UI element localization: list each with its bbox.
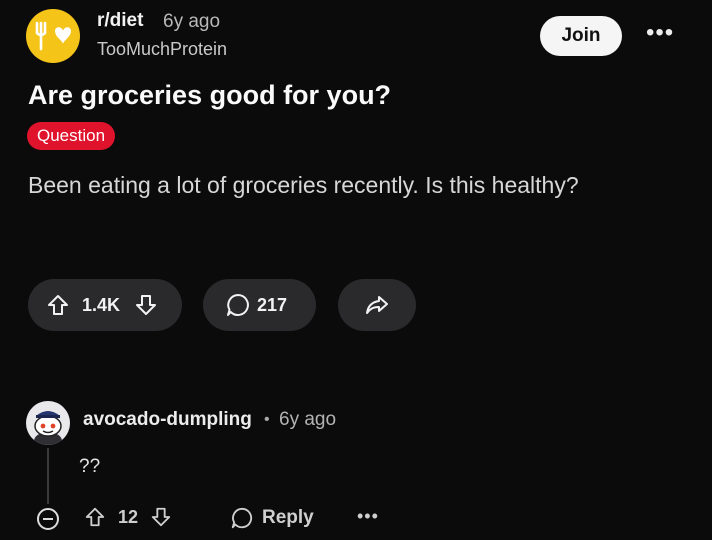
- comment-count: 217: [257, 294, 288, 315]
- comment-separator: •: [264, 411, 270, 428]
- upvote-icon[interactable]: [46, 293, 70, 317]
- thread-line[interactable]: [47, 448, 49, 504]
- comment-downvote-icon[interactable]: [150, 506, 172, 528]
- post-vote-count: 1.4K: [82, 294, 121, 315]
- post-title: Are groceries good for you?: [28, 80, 392, 110]
- join-button[interactable]: Join: [540, 16, 622, 56]
- reply-button[interactable]: Reply: [230, 506, 314, 530]
- snoo-avatar-icon: [26, 401, 70, 445]
- comment-text: ??: [79, 456, 101, 477]
- post-author[interactable]: TooMuchProtein: [97, 39, 227, 60]
- collapse-icon[interactable]: [36, 507, 60, 531]
- fork-heart-icon: [35, 21, 71, 51]
- comment-more-icon[interactable]: •••: [357, 506, 379, 527]
- comment-bubble-icon: [225, 292, 251, 318]
- comment-time: 6y ago: [279, 409, 337, 430]
- share-button[interactable]: [338, 279, 416, 331]
- post-body: Been eating a lot of groceries recently.…: [28, 172, 579, 198]
- flair-badge[interactable]: Question: [27, 122, 116, 150]
- post-time: 6y ago: [163, 11, 221, 32]
- comment-vote-controls: 12: [84, 506, 172, 528]
- share-arrow-icon: [364, 293, 390, 317]
- subreddit-icon[interactable]: [26, 9, 80, 63]
- comment-author[interactable]: avocado-dumpling: [83, 409, 252, 431]
- more-options-icon[interactable]: •••: [646, 19, 674, 47]
- reply-label: Reply: [262, 507, 314, 528]
- comment-vote-count: 12: [118, 506, 139, 527]
- avatar[interactable]: [26, 401, 70, 445]
- comment-upvote-icon[interactable]: [84, 506, 106, 528]
- downvote-icon[interactable]: [134, 293, 158, 317]
- reply-bubble-icon: [230, 506, 254, 530]
- comments-button[interactable]: 217: [203, 279, 316, 331]
- vote-pill: 1.4K: [28, 279, 182, 331]
- subreddit-name[interactable]: r/diet: [97, 10, 143, 32]
